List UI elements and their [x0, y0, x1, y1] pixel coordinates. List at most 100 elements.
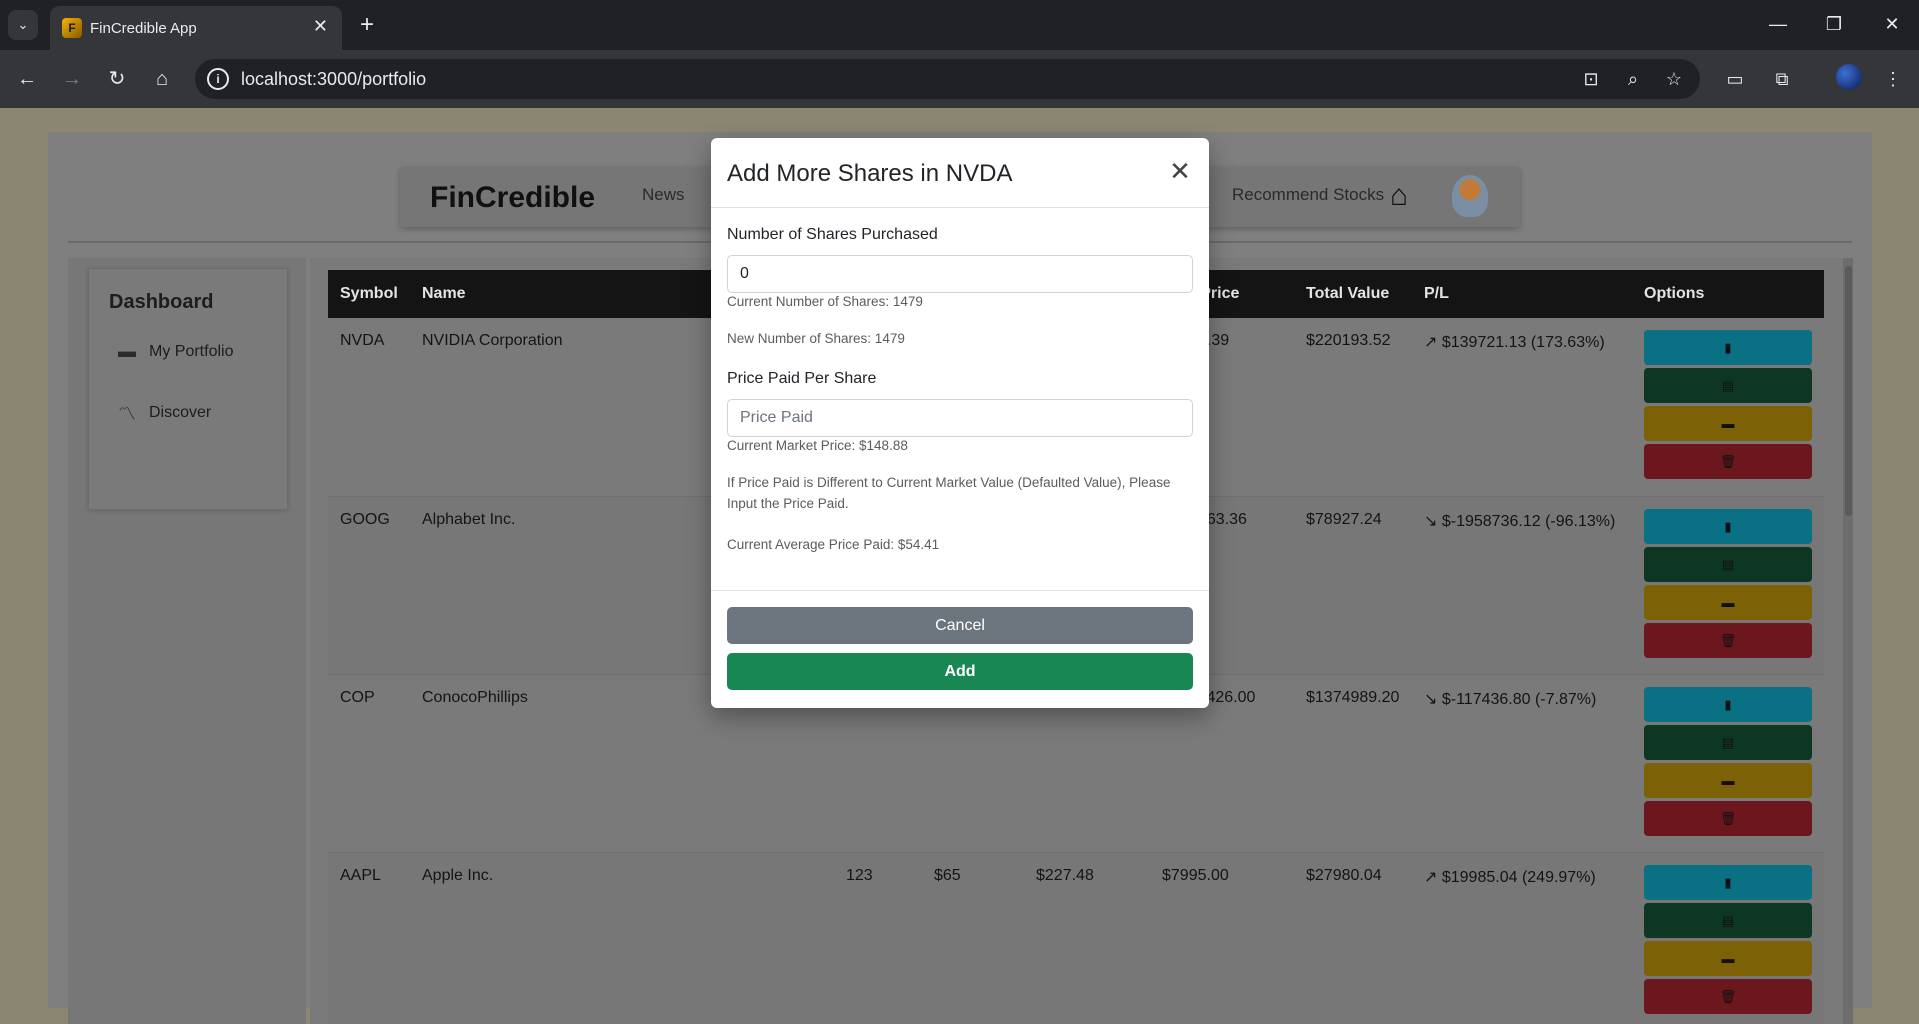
- table-row: AAPL Apple Inc. 123 $65 $227.48 $7995.00…: [328, 852, 1824, 1024]
- browser-tab-bar: ⌄ F FinCredible App ✕ + — ❐ ✕: [0, 0, 1919, 50]
- sidebar: Dashboard ▬ My Portfolio 〽 Discover: [88, 268, 288, 510]
- header-options: Options: [1644, 285, 1705, 302]
- trend-up-icon: ↗: [1424, 334, 1438, 351]
- sidebar-column: Dashboard ▬ My Portfolio 〽 Discover: [68, 258, 306, 1024]
- trend-down-icon: ↘: [1424, 690, 1438, 708]
- cell-paid: $7995.00: [1162, 866, 1229, 884]
- avatar[interactable]: [1452, 175, 1488, 217]
- reload-icon[interactable]: ↻: [102, 64, 132, 94]
- price-label: Price Paid Per Share: [727, 370, 877, 387]
- price-paid-input[interactable]: [727, 399, 1193, 437]
- add-shares-button[interactable]: ▤: [1644, 368, 1812, 403]
- price-note-text: If Price Paid is Different to Current Ma…: [727, 475, 1171, 511]
- cancel-button[interactable]: Cancel: [727, 607, 1193, 644]
- add-button[interactable]: Add: [727, 653, 1193, 690]
- bookmark-star-icon[interactable]: ☆: [1661, 67, 1687, 91]
- sidebar-item-discover[interactable]: 〽 Discover: [115, 400, 211, 426]
- edit-button[interactable]: ▬: [1644, 762, 1812, 798]
- cell-options: ▮ ▤ ▬ 🗑: [1632, 496, 1824, 674]
- cell-options: ▮ ▤ ▬ 🗑: [1632, 852, 1824, 1024]
- brand-logo[interactable]: FinCredible: [430, 181, 595, 215]
- nav-news[interactable]: News: [642, 185, 685, 205]
- delete-button[interactable]: 🗑: [1644, 444, 1812, 479]
- forward-icon[interactable]: →: [57, 64, 87, 94]
- delete-button[interactable]: 🗑: [1644, 800, 1812, 836]
- cell-total: $1374989.20: [1306, 688, 1400, 706]
- cell-options: ▮ ▤ ▬ 🗑: [1632, 674, 1824, 852]
- extension-card-icon[interactable]: ▭: [1720, 64, 1750, 94]
- cell-symbol: NVDA: [340, 332, 385, 349]
- cell-market: $227.48: [1036, 866, 1094, 884]
- add-shares-button[interactable]: ▤: [1644, 724, 1812, 760]
- nav-recommend-stocks[interactable]: Recommend Stocks: [1232, 185, 1384, 205]
- chart-button[interactable]: ▮: [1644, 686, 1812, 722]
- install-app-icon[interactable]: ⊡: [1578, 67, 1604, 91]
- home-icon[interactable]: ⌂: [1390, 179, 1408, 213]
- sidebar-item-label: Discover: [149, 404, 212, 421]
- restore-icon[interactable]: ❐: [1814, 8, 1854, 40]
- favicon-icon: F: [62, 18, 82, 38]
- market-price-text: Current Market Price: $148.88: [727, 438, 908, 453]
- site-info-icon[interactable]: i: [207, 68, 229, 90]
- cell-symbol: GOOG: [340, 510, 390, 528]
- chart-button[interactable]: ▮: [1644, 864, 1812, 900]
- cell-name: Apple Inc.: [422, 866, 494, 884]
- cell-total: $220193.52: [1306, 332, 1391, 349]
- shares-label: Number of Shares Purchased: [727, 226, 938, 243]
- avg-price-text: Current Average Price Paid: $54.41: [727, 537, 940, 552]
- browser-tab[interactable]: F FinCredible App ✕: [50, 6, 342, 50]
- cell-total: $78927.24: [1306, 510, 1382, 528]
- new-tab-icon[interactable]: +: [352, 10, 382, 40]
- tab-close-icon[interactable]: ✕: [313, 16, 328, 37]
- add-shares-button[interactable]: ▤: [1644, 546, 1812, 582]
- sidebar-item-label: My Portfolio: [149, 342, 234, 360]
- close-icon[interactable]: ✕: [1165, 156, 1195, 187]
- new-shares-text: New Number of Shares: 1479: [727, 331, 905, 346]
- chart-button[interactable]: ▮: [1644, 330, 1812, 365]
- edit-button[interactable]: ▬: [1644, 406, 1812, 441]
- scroll-thumb[interactable]: [1845, 266, 1852, 516]
- edit-button[interactable]: ▬: [1644, 940, 1812, 976]
- page-scrollbar[interactable]: [1843, 258, 1853, 1024]
- tab-search-icon[interactable]: ⌄: [8, 10, 38, 40]
- browser-profile-icon[interactable]: [1836, 64, 1862, 90]
- cell-total: $27980.04: [1306, 866, 1382, 884]
- chart-button[interactable]: ▮: [1644, 508, 1812, 544]
- delete-button[interactable]: 🗑: [1644, 978, 1812, 1014]
- cell-pl: ↘ $-117436.80 (-7.87%): [1424, 690, 1597, 708]
- add-shares-button[interactable]: ▤: [1644, 902, 1812, 938]
- cell-pl: ↗ $19985.04 (249.97%): [1424, 868, 1596, 886]
- cell-pl: ↗ $139721.13 (173.63%): [1424, 334, 1605, 351]
- close-window-icon[interactable]: ✕: [1872, 8, 1912, 40]
- sidebar-item-my-portfolio[interactable]: ▬ My Portfolio: [115, 341, 233, 362]
- header-pl[interactable]: P/L: [1412, 270, 1632, 318]
- current-shares-text: Current Number of Shares: 1479: [727, 294, 923, 309]
- trend-down-icon: ↘: [1424, 512, 1438, 530]
- edit-button[interactable]: ▬: [1644, 584, 1812, 620]
- shares-input[interactable]: [727, 255, 1193, 293]
- browser-toolbar: ← → ↻ ⌂ i localhost:3000/portfolio ⊡ ⌕ ☆…: [0, 50, 1919, 108]
- modal-footer-divider: [711, 590, 1209, 591]
- url-text[interactable]: localhost:3000/portfolio: [241, 69, 426, 90]
- modal-title: Add More Shares in NVDA: [727, 160, 1013, 187]
- cell-price: $65: [934, 866, 961, 884]
- cell-pl: ↘ $-1958736.12 (-96.13%): [1424, 512, 1616, 530]
- address-bar[interactable]: i localhost:3000/portfolio ⊡ ⌕ ☆: [195, 59, 1700, 99]
- trend-up-icon: ↗: [1424, 868, 1438, 886]
- browser-menu-icon[interactable]: ⋮: [1878, 64, 1908, 94]
- extensions-puzzle-icon[interactable]: ⧉: [1767, 64, 1797, 94]
- cell-symbol: AAPL: [340, 866, 381, 884]
- header-total-value[interactable]: Total Value: [1294, 270, 1412, 318]
- home-nav-icon[interactable]: ⌂: [147, 64, 177, 94]
- briefcase-icon: ▬: [118, 341, 136, 361]
- back-icon[interactable]: ←: [12, 64, 42, 94]
- cell-symbol: COP: [340, 688, 375, 706]
- header-symbol[interactable]: Symbol: [328, 270, 410, 318]
- modal-header: Add More Shares in NVDA ✕: [711, 138, 1209, 208]
- add-shares-modal: Add More Shares in NVDA ✕ Number of Shar…: [711, 138, 1209, 708]
- zoom-icon[interactable]: ⌕: [1620, 67, 1646, 91]
- minimize-icon[interactable]: —: [1758, 8, 1798, 40]
- cell-quantity: 123: [846, 866, 873, 884]
- chart-line-icon: 〽: [118, 404, 136, 424]
- delete-button[interactable]: 🗑: [1644, 622, 1812, 658]
